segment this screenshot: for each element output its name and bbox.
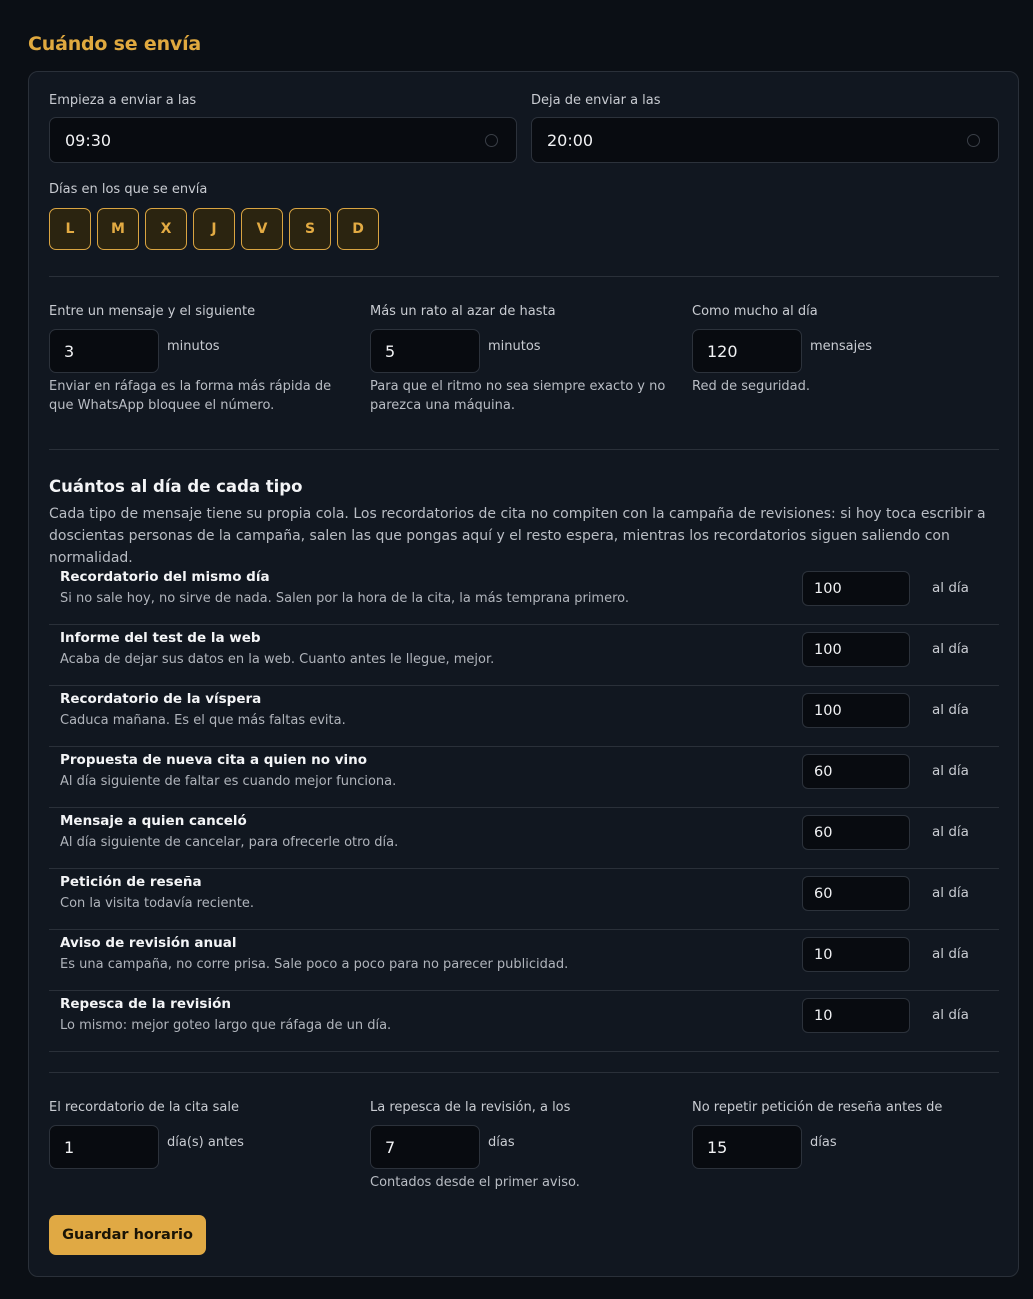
- days-label: Días en los que se envía: [49, 182, 208, 197]
- type-name: Aviso de revisión anual: [60, 935, 237, 951]
- divider: [49, 1072, 999, 1073]
- type-name: Repesca de la revisión: [60, 996, 231, 1012]
- day-toggle-wednesday[interactable]: X: [145, 208, 187, 250]
- day-toggle-friday[interactable]: V: [241, 208, 283, 250]
- list-item: Propuesta de nueva cita a quien no vino …: [49, 747, 999, 808]
- type-name: Mensaje a quien canceló: [60, 813, 247, 829]
- review-input[interactable]: 15: [692, 1125, 802, 1169]
- type-quota-unit: al día: [932, 641, 969, 657]
- type-quota-unit: al día: [932, 885, 969, 901]
- day-toggle-saturday[interactable]: S: [289, 208, 331, 250]
- type-quota-unit: al día: [932, 763, 969, 779]
- day-toggle-thursday[interactable]: J: [193, 208, 235, 250]
- interval-input[interactable]: 3: [49, 329, 159, 373]
- list-item: Mensaje a quien canceló Al día siguiente…: [49, 808, 999, 869]
- save-schedule-button[interactable]: Guardar horario: [49, 1215, 206, 1255]
- max-label: Como mucho al día: [692, 304, 818, 319]
- repesca-label: La repesca de la revisión, a los: [370, 1100, 571, 1115]
- repesca-input[interactable]: 7: [370, 1125, 480, 1169]
- list-item: Recordatorio de la víspera Caduca mañana…: [49, 686, 999, 747]
- type-name: Petición de reseña: [60, 874, 202, 890]
- reminder-unit: día(s) antes: [167, 1135, 244, 1150]
- max-input[interactable]: 120: [692, 329, 802, 373]
- list-item: Petición de reseña Con la visita todavía…: [49, 869, 999, 930]
- stop-time-input[interactable]: 20:00: [531, 117, 999, 163]
- type-quota-unit: al día: [932, 1007, 969, 1023]
- type-quota-input[interactable]: 60: [802, 815, 910, 850]
- day-toggle-sunday[interactable]: D: [337, 208, 379, 250]
- max-help: Red de seguridad.: [692, 379, 811, 394]
- type-description: Si no sale hoy, no sirve de nada. Salen …: [60, 591, 630, 606]
- list-item: Recordatorio del mismo día Si no sale ho…: [49, 564, 999, 625]
- random-label: Más un rato al azar de hasta: [370, 304, 556, 319]
- review-label: No repetir petición de reseña antes de: [692, 1100, 943, 1115]
- page-title: Cuándo se envía: [28, 33, 202, 55]
- type-quota-input[interactable]: 10: [802, 998, 910, 1033]
- type-description: Al día siguiente de cancelar, para ofrec…: [60, 835, 399, 850]
- stop-time-label: Deja de enviar a las: [531, 93, 661, 108]
- type-name: Recordatorio de la víspera: [60, 691, 262, 707]
- days-selector: L M X J V S D: [49, 208, 379, 250]
- schedule-card: Empieza a enviar a las 09:30 Deja de env…: [28, 71, 1019, 1277]
- list-item: Aviso de revisión anual Es una campaña, …: [49, 930, 999, 991]
- start-time-label: Empieza a enviar a las: [49, 93, 197, 108]
- random-input[interactable]: 5: [370, 329, 480, 373]
- reminder-label: El recordatorio de la cita sale: [49, 1100, 239, 1115]
- start-time-input[interactable]: 09:30: [49, 117, 517, 163]
- start-time-value: 09:30: [65, 130, 112, 150]
- types-section-title: Cuántos al día de cada tipo: [49, 477, 303, 496]
- type-description: Es una campaña, no corre prisa. Sale poc…: [60, 957, 569, 972]
- type-name: Informe del test de la web: [60, 630, 261, 646]
- type-name: Recordatorio del mismo día: [60, 569, 270, 585]
- type-quota-unit: al día: [932, 702, 969, 718]
- types-section-description: Cada tipo de mensaje tiene su propia col…: [49, 506, 986, 566]
- random-unit: minutos: [488, 339, 541, 354]
- type-quota-input[interactable]: 60: [802, 876, 910, 911]
- types-list: Recordatorio del mismo día Si no sale ho…: [49, 564, 999, 1052]
- type-description: Acaba de dejar sus datos en la web. Cuan…: [60, 652, 495, 667]
- type-description: Lo mismo: mejor goteo largo que ráfaga d…: [60, 1018, 392, 1033]
- interval-label: Entre un mensaje y el siguiente: [49, 304, 256, 319]
- max-unit: mensajes: [810, 339, 873, 354]
- type-quota-input[interactable]: 100: [802, 571, 910, 606]
- list-item: Repesca de la revisión Lo mismo: mejor g…: [49, 991, 999, 1052]
- type-name: Propuesta de nueva cita a quien no vino: [60, 752, 368, 768]
- type-quota-unit: al día: [932, 946, 969, 962]
- clock-icon[interactable]: [485, 134, 498, 147]
- type-description: Con la visita todavía reciente.: [60, 896, 254, 911]
- random-help: Para que el ritmo no sea siempre exacto …: [370, 379, 666, 413]
- type-quota-unit: al día: [932, 824, 969, 840]
- divider: [49, 449, 999, 450]
- repesca-unit: días: [488, 1135, 515, 1150]
- type-quota-input[interactable]: 100: [802, 632, 910, 667]
- type-quota-input[interactable]: 10: [802, 937, 910, 972]
- divider: [49, 276, 999, 277]
- list-item: Informe del test de la web Acaba de deja…: [49, 625, 999, 686]
- day-toggle-monday[interactable]: L: [49, 208, 91, 250]
- type-quota-input[interactable]: 60: [802, 754, 910, 789]
- reminder-input[interactable]: 1: [49, 1125, 159, 1169]
- type-description: Caduca mañana. Es el que más faltas evit…: [60, 713, 346, 728]
- stop-time-value: 20:00: [547, 130, 594, 150]
- day-toggle-tuesday[interactable]: M: [97, 208, 139, 250]
- repesca-help: Contados desde el primer aviso.: [370, 1175, 580, 1190]
- type-quota-unit: al día: [932, 580, 969, 596]
- clock-icon[interactable]: [967, 134, 980, 147]
- type-quota-input[interactable]: 100: [802, 693, 910, 728]
- type-description: Al día siguiente de faltar es cuando mej…: [60, 774, 397, 789]
- interval-help: Enviar en ráfaga es la forma más rápida …: [49, 379, 332, 413]
- review-unit: días: [810, 1135, 837, 1150]
- interval-unit: minutos: [167, 339, 220, 354]
